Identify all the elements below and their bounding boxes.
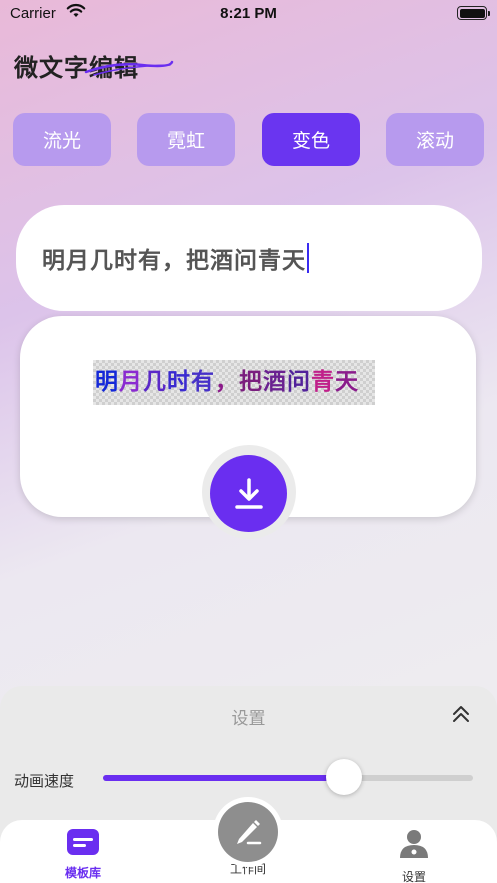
clock-time: 8:21 PM (220, 5, 277, 22)
tab-label: 设置 (401, 870, 426, 883)
text-input-value: 明月几时有，把酒问青天 (42, 248, 306, 274)
user-settings-icon (400, 830, 428, 858)
tab-scroll[interactable]: 滚动 (386, 113, 484, 166)
preview-char: 时 (167, 369, 191, 395)
preview-char: 酒 (263, 369, 287, 395)
download-button[interactable] (210, 455, 287, 532)
text-input-field[interactable]: 明月几时有，把酒问青天 (16, 205, 482, 311)
tab-flowing-light[interactable]: 流光 (13, 113, 111, 166)
preview-char: 有 (191, 369, 215, 395)
workspace-button[interactable] (218, 802, 278, 862)
preview-char: 月 (119, 369, 143, 395)
animation-speed-slider[interactable] (103, 775, 473, 781)
tab-label: 模板库 (64, 866, 101, 880)
preview-char: 几 (143, 369, 167, 395)
tab-color-change[interactable]: 变色 (262, 113, 360, 166)
preview-char: 青 (311, 369, 335, 395)
preview-char: 问 (287, 369, 311, 395)
status-bar: Carrier 8:21 PM (0, 0, 497, 28)
preview-text: 明月几时有，把酒问青天 (93, 360, 375, 405)
preview-char: ， (215, 369, 239, 395)
slider-thumb[interactable] (325, 759, 362, 795)
slider-fill (103, 775, 344, 781)
chevron-double-up-icon[interactable] (451, 704, 471, 724)
tab-template-library[interactable]: 模板库 (23, 828, 143, 881)
preview-char: 把 (239, 369, 263, 395)
tab-label: 工作间 (229, 862, 266, 876)
effect-tabs: 流光 霓虹 变色 滚动 (13, 113, 484, 166)
title-underline-decoration (84, 60, 174, 76)
preview-char: 明 (95, 369, 119, 395)
battery-icon (457, 6, 490, 20)
preview-char: 天 (335, 369, 359, 395)
text-cursor (307, 243, 309, 273)
download-icon (234, 477, 263, 509)
tab-settings[interactable]: 设置 (354, 828, 474, 883)
settings-panel-title: 设置 (231, 709, 266, 729)
animation-speed-label: 动画速度 (14, 772, 75, 790)
edit-pen-icon (237, 820, 262, 845)
tab-neon[interactable]: 霓虹 (137, 113, 235, 166)
template-library-icon (67, 829, 99, 855)
